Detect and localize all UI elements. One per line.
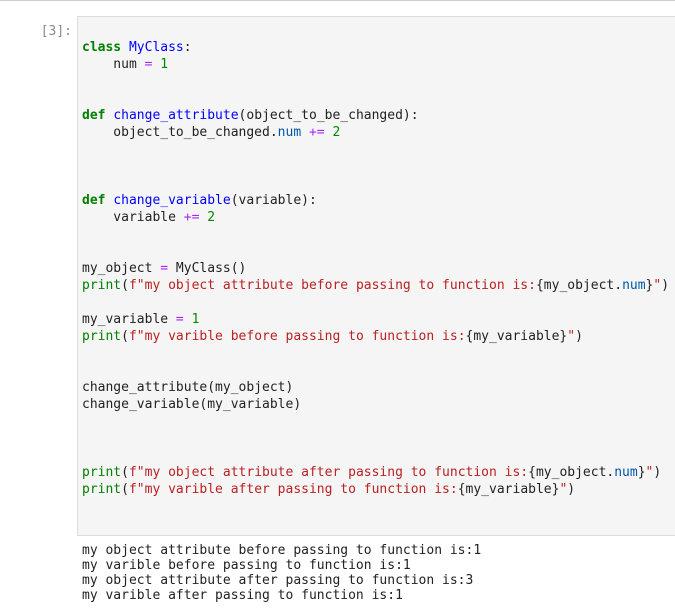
code-token: print [82,329,122,344]
code-token: change_attribute [113,108,239,123]
code-token: {my_variable} [465,329,568,344]
notebook-code-cell: [3]: class MyClass: num = 1 def change_at… [0,0,675,612]
code-token: } [637,465,646,480]
code-token: num [82,57,145,72]
code-token: object_to_be_changed. [82,125,278,140]
code-token: += [183,210,200,225]
code-token: def [82,193,106,208]
code-line: def change_attribute(object_to_be_change… [82,107,669,124]
code-token: ( [121,482,129,497]
code-line: print(f"my varible before passing to fun… [82,328,669,345]
code-token: change_variable [113,193,231,208]
code-token: def [82,108,106,123]
code-token: 2 [207,210,216,225]
code-token: (object_to_be_changed): [238,108,419,123]
code-token: change_attribute(my_object) [82,380,294,395]
code-token: num [614,465,638,480]
code-token: class [82,40,122,55]
code-token: {my_object. [535,278,623,293]
code-token: ) [575,329,583,344]
output-line: my varible after passing to function is:… [82,588,403,603]
code-token: print [82,482,122,497]
code-token: MyClass [128,40,184,55]
code-token: " [567,329,576,344]
code-token: ( [121,329,129,344]
code-line: object_to_be_changed.num += 2 [82,124,669,141]
code-line: my_object = MyClass() [82,260,669,277]
code-token: 1 [191,312,200,327]
code-token: f"my object attribute before passing to … [128,278,536,293]
code-token: ( [121,465,129,480]
code-line: my_variable = 1 [82,311,669,328]
code-token: 1 [160,57,169,72]
cell-execution-prompt: [3]: [40,24,72,39]
output-line: my varible before passing to function is… [82,558,411,573]
code-token: print [82,465,122,480]
code-token: 2 [332,125,341,140]
code-token: (variable): [230,193,317,208]
code-line: print(f"my varible after passing to func… [82,481,669,498]
code-token: f"my varible after passing to function i… [128,482,458,497]
code-token: {my_variable} [457,482,560,497]
code-line: class MyClass: [82,39,669,56]
code-line: print(f"my object attribute after passin… [82,464,669,481]
code-line: change_variable(my_variable) [82,396,669,413]
code-token: print [82,278,122,293]
code-token: num [277,125,302,140]
code-token: += [308,125,325,140]
code-editor-text[interactable]: class MyClass: num = 1 def change_attribu… [82,39,669,498]
code-token: f"my varible before passing to function … [128,329,466,344]
code-line: def change_variable(variable): [82,192,669,209]
code-token: {my_object. [528,465,615,480]
code-token: variable [82,210,184,225]
code-line: change_attribute(my_object) [82,379,669,396]
code-token: f"my object attribute after passing to f… [128,465,529,480]
output-line: my object attribute before passing to fu… [82,543,482,558]
code-line: num = 1 [82,56,669,73]
code-token: ) [661,278,670,293]
code-token: num [622,278,646,293]
code-token: = [175,312,184,327]
output-line: my object attribute after passing to fun… [82,573,474,588]
code-token: ) [653,465,662,480]
code-token: my_variable [82,312,176,327]
code-token: = [160,261,169,276]
code-token: : [183,40,192,55]
code-token: my_object [82,261,161,276]
code-token: ( [121,278,129,293]
cell-output-area: my object attribute before passing to fu… [82,543,481,603]
code-line: print(f"my object attribute before passi… [82,277,669,294]
code-token: MyClass() [168,261,247,276]
code-line: variable += 2 [82,209,669,226]
code-token: ) [567,482,576,497]
code-token: change_variable(my_variable) [82,397,302,412]
